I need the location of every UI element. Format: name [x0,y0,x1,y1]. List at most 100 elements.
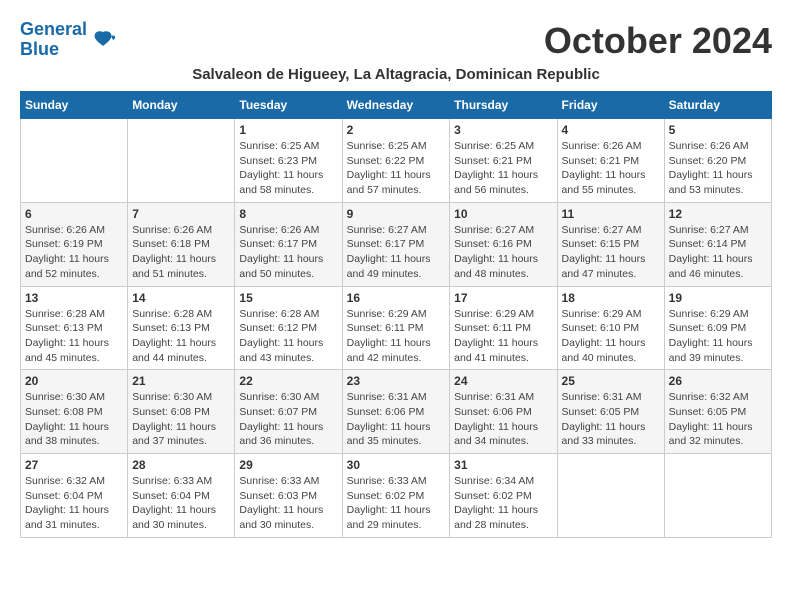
day-info: Sunrise: 6:29 AM Sunset: 6:11 PM Dayligh… [347,307,446,366]
calendar-header-sunday: Sunday [21,92,128,119]
calendar-cell: 17 Sunrise: 6:29 AM Sunset: 6:11 PM Dayli… [450,286,557,370]
calendar-header-thursday: Thursday [450,92,557,119]
day-info: Sunrise: 6:31 AM Sunset: 6:05 PM Dayligh… [562,390,660,449]
calendar-cell: 13 Sunrise: 6:28 AM Sunset: 6:13 PM Dayli… [21,286,128,370]
day-info: Sunrise: 6:26 AM Sunset: 6:18 PM Dayligh… [132,223,230,282]
day-info: Sunrise: 6:29 AM Sunset: 6:11 PM Dayligh… [454,307,552,366]
calendar-table: SundayMondayTuesdayWednesdayThursdayFrid… [20,91,772,538]
calendar-header-saturday: Saturday [664,92,771,119]
day-info: Sunrise: 6:33 AM Sunset: 6:02 PM Dayligh… [347,474,446,533]
day-info: Sunrise: 6:32 AM Sunset: 6:04 PM Dayligh… [25,474,123,533]
calendar-cell: 31 Sunrise: 6:34 AM Sunset: 6:02 PM Dayli… [450,454,557,538]
calendar-header-tuesday: Tuesday [235,92,342,119]
calendar-subtitle: Salvaleon de Higueey, La Altagracia, Dom… [20,66,772,83]
day-info: Sunrise: 6:27 AM Sunset: 6:17 PM Dayligh… [347,223,446,282]
calendar-cell [664,454,771,538]
day-number: 19 [669,291,767,305]
day-info: Sunrise: 6:28 AM Sunset: 6:12 PM Dayligh… [239,307,337,366]
calendar-cell: 4Sunrise: 6:26 AM Sunset: 6:21 PM Daylig… [557,119,664,203]
month-title: October 2024 [544,20,772,62]
day-info: Sunrise: 6:33 AM Sunset: 6:03 PM Dayligh… [239,474,337,533]
day-number: 18 [562,291,660,305]
day-info: Sunrise: 6:25 AM Sunset: 6:23 PM Dayligh… [239,139,337,198]
day-info: Sunrise: 6:27 AM Sunset: 6:15 PM Dayligh… [562,223,660,282]
calendar-header-monday: Monday [128,92,235,119]
calendar-header-row: SundayMondayTuesdayWednesdayThursdayFrid… [21,92,772,119]
day-number: 8 [239,207,337,221]
calendar-header-wednesday: Wednesday [342,92,450,119]
calendar-week-row: 6 Sunrise: 6:26 AM Sunset: 6:19 PM Daylig… [21,202,772,286]
day-number: 27 [25,458,123,472]
calendar-week-row: 20 Sunrise: 6:30 AM Sunset: 6:08 PM Dayli… [21,370,772,454]
calendar-cell: 15Sunrise: 6:28 AM Sunset: 6:12 PM Dayli… [235,286,342,370]
day-info: Sunrise: 6:26 AM Sunset: 6:19 PM Dayligh… [25,223,123,282]
calendar-cell: 9 Sunrise: 6:27 AM Sunset: 6:17 PM Daylig… [342,202,450,286]
day-number: 3 [454,123,552,137]
calendar-cell: 26 Sunrise: 6:32 AM Sunset: 6:05 PM Dayli… [664,370,771,454]
calendar-cell: 3 Sunrise: 6:25 AM Sunset: 6:21 PM Daylig… [450,119,557,203]
calendar-cell: 25 Sunrise: 6:31 AM Sunset: 6:05 PM Dayli… [557,370,664,454]
calendar-cell [21,119,128,203]
day-info: Sunrise: 6:30 AM Sunset: 6:08 PM Dayligh… [25,390,123,449]
calendar-cell: 21 Sunrise: 6:30 AM Sunset: 6:08 PM Dayli… [128,370,235,454]
day-info: Sunrise: 6:27 AM Sunset: 6:16 PM Dayligh… [454,223,552,282]
day-number: 16 [347,291,446,305]
day-number: 10 [454,207,552,221]
day-info: Sunrise: 6:28 AM Sunset: 6:13 PM Dayligh… [25,307,123,366]
day-number: 12 [669,207,767,221]
calendar-cell: 6 Sunrise: 6:26 AM Sunset: 6:19 PM Daylig… [21,202,128,286]
calendar-cell: 11Sunrise: 6:27 AM Sunset: 6:15 PM Dayli… [557,202,664,286]
day-number: 1 [239,123,337,137]
day-number: 7 [132,207,230,221]
calendar-week-row: 27 Sunrise: 6:32 AM Sunset: 6:04 PM Dayli… [21,454,772,538]
day-number: 13 [25,291,123,305]
day-number: 9 [347,207,446,221]
day-info: Sunrise: 6:25 AM Sunset: 6:21 PM Dayligh… [454,139,552,198]
calendar-cell: 19 Sunrise: 6:29 AM Sunset: 6:09 PM Dayli… [664,286,771,370]
day-info: Sunrise: 6:32 AM Sunset: 6:05 PM Dayligh… [669,390,767,449]
calendar-cell: 1 Sunrise: 6:25 AM Sunset: 6:23 PM Daylig… [235,119,342,203]
calendar-cell: 28 Sunrise: 6:33 AM Sunset: 6:04 PM Dayli… [128,454,235,538]
day-number: 20 [25,374,123,388]
day-info: Sunrise: 6:29 AM Sunset: 6:09 PM Dayligh… [669,307,767,366]
day-info: Sunrise: 6:29 AM Sunset: 6:10 PM Dayligh… [562,307,660,366]
day-number: 29 [239,458,337,472]
day-info: Sunrise: 6:26 AM Sunset: 6:17 PM Dayligh… [239,223,337,282]
calendar-header-friday: Friday [557,92,664,119]
day-number: 17 [454,291,552,305]
day-number: 23 [347,374,446,388]
calendar-cell: 2Sunrise: 6:25 AM Sunset: 6:22 PM Daylig… [342,119,450,203]
day-number: 31 [454,458,552,472]
calendar-cell: 24 Sunrise: 6:31 AM Sunset: 6:06 PM Dayli… [450,370,557,454]
day-number: 24 [454,374,552,388]
day-info: Sunrise: 6:28 AM Sunset: 6:13 PM Dayligh… [132,307,230,366]
calendar-cell: 10 Sunrise: 6:27 AM Sunset: 6:16 PM Dayli… [450,202,557,286]
day-info: Sunrise: 6:31 AM Sunset: 6:06 PM Dayligh… [454,390,552,449]
day-number: 26 [669,374,767,388]
logo-text: General Blue [20,20,87,60]
day-number: 6 [25,207,123,221]
calendar-cell: 8 Sunrise: 6:26 AM Sunset: 6:17 PM Daylig… [235,202,342,286]
calendar-cell [128,119,235,203]
day-number: 25 [562,374,660,388]
calendar-cell: 16 Sunrise: 6:29 AM Sunset: 6:11 PM Dayli… [342,286,450,370]
calendar-cell: 23Sunrise: 6:31 AM Sunset: 6:06 PM Dayli… [342,370,450,454]
calendar-week-row: 1 Sunrise: 6:25 AM Sunset: 6:23 PM Daylig… [21,119,772,203]
calendar-cell: 20 Sunrise: 6:30 AM Sunset: 6:08 PM Dayli… [21,370,128,454]
calendar-cell: 12Sunrise: 6:27 AM Sunset: 6:14 PM Dayli… [664,202,771,286]
day-info: Sunrise: 6:26 AM Sunset: 6:21 PM Dayligh… [562,139,660,198]
day-number: 30 [347,458,446,472]
day-info: Sunrise: 6:33 AM Sunset: 6:04 PM Dayligh… [132,474,230,533]
day-number: 2 [347,123,446,137]
day-info: Sunrise: 6:30 AM Sunset: 6:08 PM Dayligh… [132,390,230,449]
calendar-cell: 14Sunrise: 6:28 AM Sunset: 6:13 PM Dayli… [128,286,235,370]
day-number: 21 [132,374,230,388]
day-info: Sunrise: 6:34 AM Sunset: 6:02 PM Dayligh… [454,474,552,533]
day-info: Sunrise: 6:26 AM Sunset: 6:20 PM Dayligh… [669,139,767,198]
day-number: 22 [239,374,337,388]
day-info: Sunrise: 6:30 AM Sunset: 6:07 PM Dayligh… [239,390,337,449]
logo-bird-icon [89,26,117,54]
day-number: 28 [132,458,230,472]
calendar-cell: 22 Sunrise: 6:30 AM Sunset: 6:07 PM Dayli… [235,370,342,454]
calendar-cell: 29 Sunrise: 6:33 AM Sunset: 6:03 PM Dayli… [235,454,342,538]
